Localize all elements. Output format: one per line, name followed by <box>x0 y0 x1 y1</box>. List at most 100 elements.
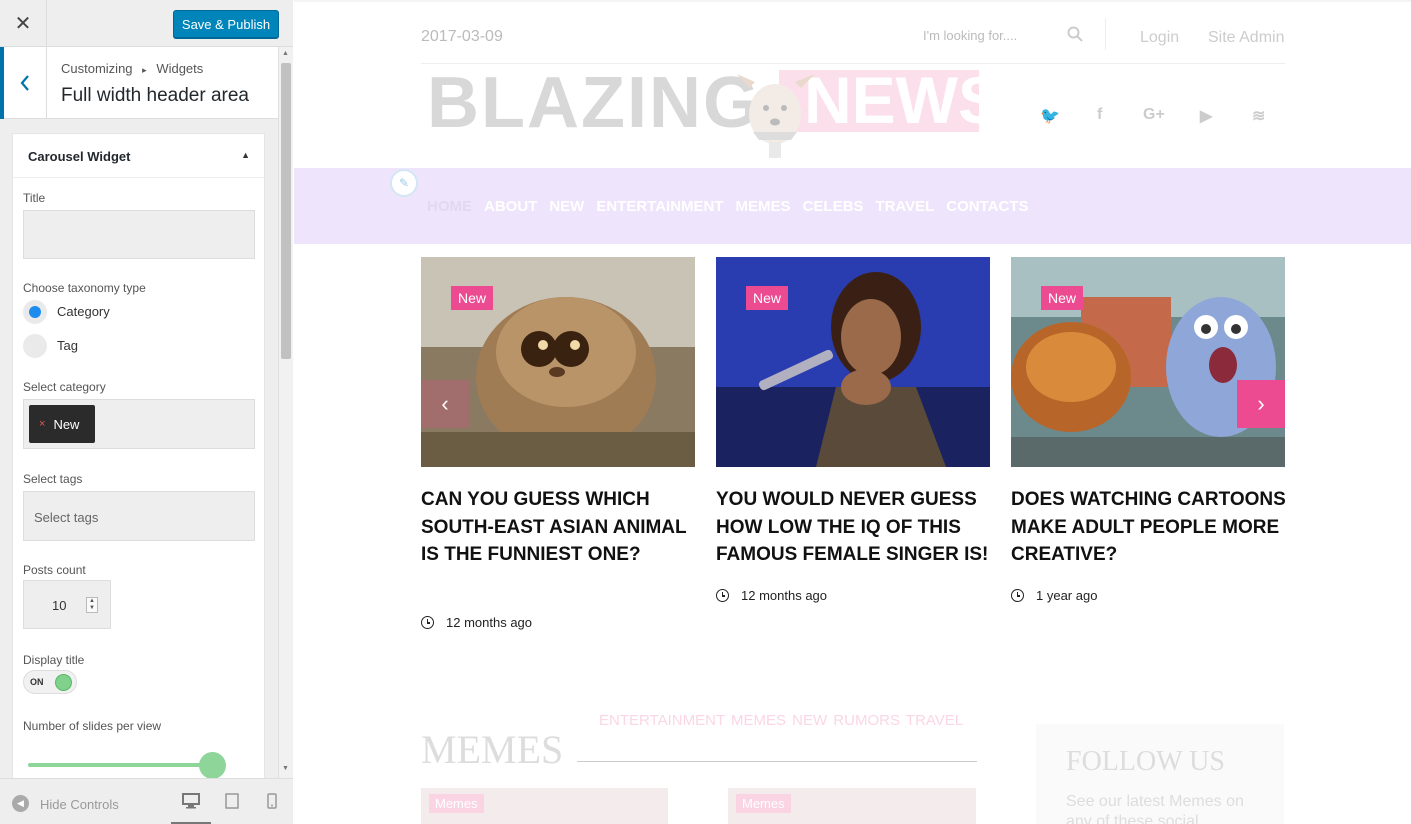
card-badge[interactable]: New <box>451 286 494 310</box>
card-image-singer[interactable]: New <box>716 257 990 467</box>
card-time-text: 1 year ago <box>1036 588 1098 603</box>
card-badge[interactable]: New <box>1041 286 1084 310</box>
thumb-badge[interactable]: Memes <box>736 794 791 813</box>
mobile-icon[interactable] <box>267 793 277 812</box>
search-input[interactable]: I'm looking for.... <box>923 28 1017 43</box>
search-icon[interactable] <box>1067 26 1083 42</box>
breadcrumb-separator-icon: ▸ <box>142 65 147 75</box>
carousel-widget-form: Carousel Widget ▲ Title Choose taxonomy … <box>12 133 265 778</box>
logo-dog-mascot-icon <box>737 74 815 158</box>
panel-scrollbar[interactable]: ▲ ▼ <box>278 47 293 778</box>
posts-count-stepper[interactable]: 10 ▲ ▼ <box>23 580 111 629</box>
tags-label: Select tags <box>23 472 83 486</box>
slides-slider-track[interactable] <box>28 763 214 767</box>
carousel-next-button[interactable]: › <box>1237 380 1285 428</box>
spinner-arrows-icon[interactable]: ▲ ▼ <box>86 597 98 613</box>
toggle-state-label: ON <box>30 677 44 687</box>
carousel-card[interactable]: New YOU WOULD NEVER GUESS HOW LOW THE IQ… <box>716 257 990 603</box>
site-admin-link[interactable]: Site Admin <box>1208 29 1284 47</box>
customizer-panel: ✕ Save & Publish Customizing ▸ Widgets F… <box>0 0 293 824</box>
thumb-badge[interactable]: Memes <box>429 794 484 813</box>
site-preview[interactable]: 2017-03-09 I'm looking for.... Login Sit… <box>294 0 1411 824</box>
rss-icon[interactable]: ≋ <box>1252 106 1265 126</box>
scroll-down-icon[interactable]: ▼ <box>282 765 289 772</box>
breadcrumb-leaf: Widgets <box>156 61 204 76</box>
card-title[interactable]: CAN YOU GUESS WHICH SOUTH-EAST ASIAN ANI… <box>421 486 701 569</box>
chip-label: New <box>53 416 80 432</box>
radio-category[interactable] <box>23 300 47 324</box>
clock-icon <box>716 589 729 602</box>
taxonomy-label: Choose taxonomy type <box>23 281 146 295</box>
twitter-icon[interactable]: 🐦 <box>1040 106 1060 126</box>
posts-count-label: Posts count <box>23 563 86 577</box>
nav-item-entertainment[interactable]: ENTERTAINMENT <box>596 198 723 215</box>
card-title[interactable]: DOES WATCHING CARTOONS MAKE ADULT PEOPLE… <box>1011 486 1291 569</box>
nav-item-new[interactable]: NEW <box>549 198 584 215</box>
nav-item-celebs[interactable]: CELEBS <box>803 198 864 215</box>
carousel-card[interactable]: New CAN YOU GUESS WHICH SOUTH-EAST ASIAN… <box>421 257 695 630</box>
logo-blazing-text[interactable]: BLAZING <box>427 62 761 144</box>
customizer-scroll-area: Customizing ▸ Widgets Full width header … <box>0 47 293 778</box>
nav-item-memes[interactable]: MEMES <box>736 198 791 215</box>
widget-header[interactable]: Carousel Widget ▲ <box>13 134 264 178</box>
nav-item-contacts[interactable]: CONTACTS <box>946 198 1028 215</box>
close-icon: ✕ <box>14 13 32 35</box>
card-title[interactable]: YOU WOULD NEVER GUESS HOW LOW THE IQ OF … <box>716 486 996 569</box>
memes-thumb[interactable]: Memes <box>421 788 668 824</box>
memes-thumb[interactable]: Memes <box>728 788 976 824</box>
clock-icon <box>421 616 434 629</box>
section-header: Customizing ▸ Widgets Full width header … <box>0 47 278 119</box>
tags-placeholder: Select tags <box>34 510 99 525</box>
card-time-text: 12 months ago <box>741 588 828 603</box>
display-title-label: Display title <box>23 653 85 667</box>
customizer-header: ✕ Save & Publish <box>0 0 293 47</box>
nav-menu: HOME ABOUT NEW ENTERTAINMENT MEMES CELEB… <box>427 198 1029 215</box>
hide-controls-icon[interactable]: ◀ <box>12 795 29 812</box>
google-plus-icon[interactable]: G+ <box>1143 106 1165 124</box>
card-time: 12 months ago <box>716 588 827 603</box>
posts-count-value: 10 <box>52 598 67 613</box>
category-select[interactable]: × New <box>23 399 255 449</box>
login-link[interactable]: Login <box>1140 29 1179 47</box>
title-input[interactable] <box>23 210 255 259</box>
display-title-toggle[interactable]: ON <box>23 670 77 694</box>
header-date: 2017-03-09 <box>421 28 503 45</box>
logo-news-text[interactable]: NEWS <box>804 62 1002 138</box>
edit-shortcut-pencil-icon[interactable]: ✎ <box>390 169 418 197</box>
scrollbar-thumb[interactable] <box>281 63 291 359</box>
radio-tag-label: Tag <box>57 338 78 353</box>
tags-select[interactable]: Select tags <box>23 491 255 541</box>
nav-item-about[interactable]: ABOUT <box>484 198 537 215</box>
widget-title: Carousel Widget <box>28 149 131 164</box>
card-time: 12 months ago <box>421 615 532 630</box>
radio-tag[interactable] <box>23 334 47 358</box>
toggle-knob <box>55 674 72 691</box>
slides-slider-handle[interactable] <box>199 752 226 778</box>
chip-remove-icon[interactable]: × <box>39 418 45 430</box>
carousel-prev-button[interactable]: ‹ <box>421 380 469 428</box>
collapse-arrow-icon[interactable]: ▲ <box>241 150 250 160</box>
card-image-loris[interactable]: New <box>421 257 695 467</box>
breadcrumb-root: Customizing <box>61 61 133 76</box>
card-badge[interactable]: New <box>746 286 789 310</box>
hide-controls-button[interactable]: Hide Controls <box>40 797 119 812</box>
back-button[interactable] <box>0 47 47 119</box>
nav-item-home[interactable]: HOME <box>427 198 472 215</box>
youtube-icon[interactable]: ▶ <box>1200 106 1212 126</box>
facebook-icon[interactable]: f <box>1097 106 1102 124</box>
follow-us-widget: FOLLOW US See our latest Memes on any of… <box>1036 724 1284 824</box>
desktop-icon[interactable] <box>182 793 200 812</box>
tablet-icon[interactable] <box>225 793 239 812</box>
scroll-up-icon[interactable]: ▲ <box>282 50 289 57</box>
card-image-cartoon[interactable]: New <box>1011 257 1285 467</box>
clock-icon <box>1011 589 1024 602</box>
memes-heading-rule <box>577 761 977 762</box>
section-title: Full width header area <box>61 85 249 106</box>
title-label: Title <box>23 191 46 205</box>
carousel-card[interactable]: New DOES WATCHING CARTOONS MAKE ADULT PE… <box>1011 257 1286 603</box>
category-filter-links[interactable]: ENTERTAINMENT MEMES NEW RUMORS TRAVEL <box>599 712 963 729</box>
slides-label: Number of slides per view <box>23 719 162 733</box>
nav-item-travel[interactable]: TRAVEL <box>875 198 934 215</box>
save-publish-button[interactable]: Save & Publish <box>173 10 279 38</box>
close-customizer-button[interactable]: ✕ <box>0 0 47 47</box>
